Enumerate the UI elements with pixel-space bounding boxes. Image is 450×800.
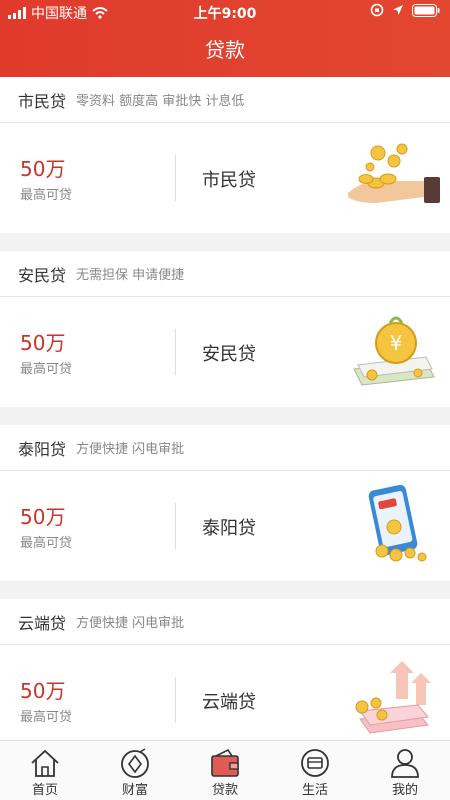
loan-amount-value: 50万: [20, 505, 66, 529]
tab-mine[interactable]: 我的: [360, 741, 450, 800]
tab-life[interactable]: 生活: [270, 741, 360, 800]
divider: [175, 329, 176, 375]
loan-card-header: 安民贷 无需担保 申请便捷: [0, 251, 450, 297]
loan-name: 云端贷: [18, 613, 67, 633]
loan-amount: 50万 最高可贷: [20, 327, 72, 377]
page-title: 贷款: [205, 38, 245, 62]
loan-tags: 方便快捷 闪电审批: [76, 616, 185, 631]
loan-tags: 无需担保 申请便捷: [76, 268, 185, 283]
tab-label: 生活: [301, 783, 328, 798]
rotation-lock-icon: [370, 3, 384, 17]
loan-card-header: 市民贷 零资料 额度高 审批快 计息低: [0, 77, 450, 123]
loan-card-anminda[interactable]: 安民贷 无需担保 申请便捷 50万 最高可贷 安民贷 ¥: [0, 251, 450, 407]
svg-text:¥: ¥: [390, 331, 403, 355]
tab-label: 贷款: [211, 783, 238, 798]
wallet-icon: [211, 748, 239, 777]
loan-name: 安民贷: [18, 265, 67, 285]
loan-tags: 零资料 额度高 审批快 计息低: [76, 94, 245, 109]
loan-card-body[interactable]: 50万 最高可贷 市民贷: [0, 123, 450, 233]
divider: [175, 503, 176, 549]
loan-card-header: 泰阳贷 方便快捷 闪电审批: [0, 425, 450, 471]
loan-card-body[interactable]: 50万 最高可贷 安民贷 ¥: [0, 297, 450, 407]
loan-amount-label: 最高可贷: [20, 362, 73, 377]
loan-card-taiyangda[interactable]: 泰阳贷 方便快捷 闪电审批 50万 最高可贷 泰阳贷: [0, 425, 450, 581]
loan-product-name: 安民贷: [202, 344, 256, 365]
battery-icon: [412, 3, 440, 17]
loan-amount-value: 50万: [20, 331, 66, 355]
tab-label: 我的: [391, 783, 418, 798]
wealth-icon: [121, 748, 149, 778]
loan-card-body[interactable]: 50万 最高可贷 云端贷: [0, 645, 450, 740]
tab-bar: 首页 财富 贷款 生活 我的: [0, 740, 450, 800]
money-bag-cash-icon: ¥: [353, 316, 435, 386]
cash-stack-arrows-icon: [355, 661, 431, 734]
tab-wealth[interactable]: 财富: [90, 741, 180, 800]
loan-tags: 方便快捷 闪电审批: [76, 442, 185, 457]
divider: [175, 677, 176, 723]
location-icon: [393, 5, 403, 15]
user-icon: [391, 749, 419, 778]
loan-name: 泰阳贷: [18, 439, 67, 459]
header-bar: 中国联通 上午9:00 贷款: [0, 0, 450, 77]
home-icon: [31, 749, 59, 777]
loan-amount: 50万 最高可贷: [20, 153, 72, 203]
loan-card-header: 云端贷 方便快捷 闪电审批: [0, 599, 450, 645]
status-bar: 中国联通 上午9:00: [0, 0, 450, 24]
loan-amount-label: 最高可贷: [20, 536, 73, 551]
loan-product-name: 泰阳贷: [202, 518, 256, 539]
hand-coins-icon: [348, 143, 440, 203]
tab-home[interactable]: 首页: [0, 741, 90, 800]
loan-amount-value: 50万: [20, 157, 66, 181]
loan-card-body[interactable]: 50万 最高可贷 泰阳贷: [0, 471, 450, 581]
life-icon: [301, 749, 329, 777]
loan-card-shiminda[interactable]: 市民贷 零资料 额度高 审批快 计息低 50万 最高可贷 市民贷: [0, 77, 450, 233]
tab-loan[interactable]: 贷款: [180, 741, 270, 800]
loan-product-name: 云端贷: [202, 692, 256, 713]
phone-coins-icon: [368, 485, 427, 562]
loan-card-yunduanda[interactable]: 云端贷 方便快捷 闪电审批 50万 最高可贷 云端贷: [0, 599, 450, 740]
loan-amount-label: 最高可贷: [20, 710, 73, 725]
loan-product-name: 市民贷: [202, 170, 256, 191]
loan-list: 市民贷 零资料 额度高 审批快 计息低 50万 最高可贷 市民贷 安民贷 无需担…: [0, 77, 450, 740]
divider: [175, 155, 176, 201]
loan-amount: 50万 最高可贷: [20, 675, 72, 725]
loan-amount: 50万 最高可贷: [20, 501, 72, 551]
tab-label: 财富: [121, 783, 148, 798]
loan-amount-value: 50万: [20, 679, 66, 703]
tab-label: 首页: [31, 783, 58, 798]
loan-amount-label: 最高可贷: [20, 188, 73, 203]
loan-name: 市民贷: [18, 91, 67, 111]
